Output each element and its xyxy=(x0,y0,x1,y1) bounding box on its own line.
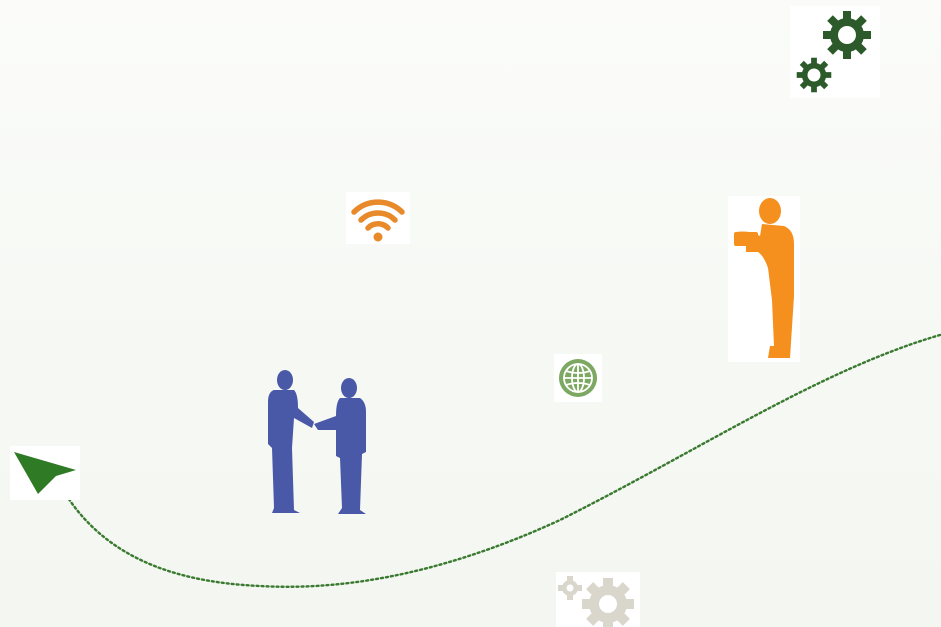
gears-dark-icon xyxy=(790,6,880,98)
handshake-icon xyxy=(262,368,372,518)
wifi-icon xyxy=(346,192,410,244)
arrow-cursor-icon xyxy=(10,446,80,500)
globe-icon xyxy=(554,354,602,402)
person-reading-icon xyxy=(728,196,800,362)
gears-light-icon xyxy=(556,572,640,627)
